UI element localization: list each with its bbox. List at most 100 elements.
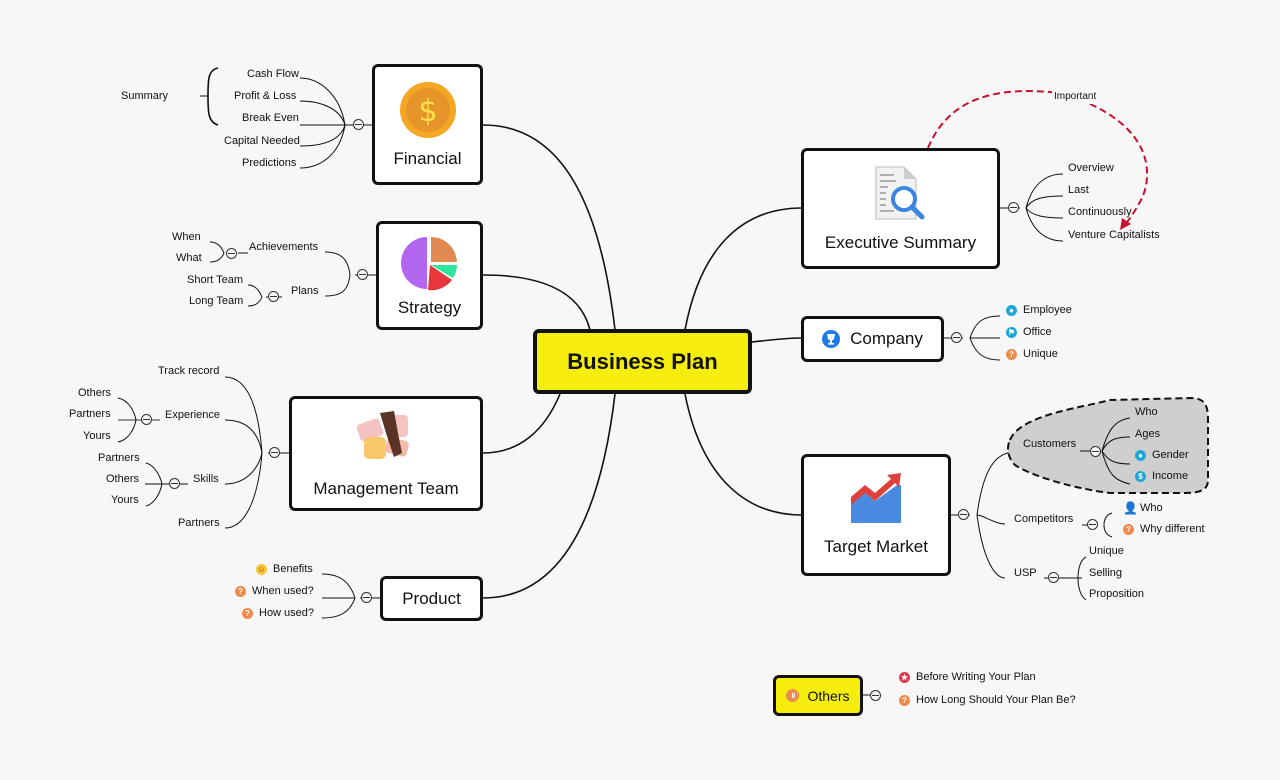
product-child[interactable]: ? How used? [242, 606, 314, 620]
product-child[interactable]: ? When used? [235, 584, 314, 598]
question-icon: ? [1123, 523, 1134, 535]
customers-child[interactable]: Ages [1135, 427, 1160, 441]
skills-child[interactable]: Partners [98, 451, 140, 465]
topic-management-team[interactable]: Management Team [289, 396, 483, 511]
collapse-experience[interactable] [141, 414, 152, 425]
topic-strategy-label: Strategy [397, 297, 462, 317]
flag-icon: ⚑ [1006, 326, 1017, 338]
person-icon: ● [1006, 304, 1017, 316]
topic-product[interactable]: Product [380, 576, 483, 621]
connector-strategy [482, 274, 591, 331]
customers-child[interactable]: $ Income [1135, 469, 1188, 483]
experience-child[interactable]: Others [78, 386, 111, 400]
collapse-product[interactable] [361, 592, 372, 603]
target-child[interactable]: USP [1014, 566, 1037, 580]
central-topic-label: Business Plan [567, 348, 718, 374]
collapse-usp[interactable] [1048, 572, 1059, 583]
competitors-child[interactable]: 👤 Who [1123, 501, 1163, 515]
collapse-others[interactable] [870, 690, 881, 701]
skills-child[interactable]: Yours [111, 493, 139, 507]
financial-child[interactable]: Capital Needed [224, 134, 300, 148]
management-child[interactable]: Skills [193, 472, 219, 486]
trophy-icon [822, 330, 841, 348]
management-child[interactable]: Track record [158, 364, 219, 378]
star-icon: ★ [899, 671, 910, 683]
competitors-child[interactable]: ? Why different [1123, 522, 1205, 536]
financial-child[interactable]: Break Even [242, 111, 299, 125]
topic-target-market[interactable]: Target Market [801, 454, 951, 576]
management-child[interactable]: Experience [165, 408, 220, 422]
usp-child[interactable]: Proposition [1089, 587, 1144, 601]
executive-child[interactable]: Continuously [1068, 205, 1132, 219]
company-child[interactable]: ● Employee [1006, 303, 1072, 317]
financial-child[interactable]: Predictions [242, 156, 296, 170]
strategy-child[interactable]: Plans [291, 284, 319, 298]
customers-child[interactable]: Who [1135, 405, 1158, 419]
dollar-coin-icon: $ [399, 81, 456, 138]
topic-company[interactable]: Company [801, 316, 944, 362]
floating-topic-others[interactable]: ॥ Others [773, 675, 863, 716]
svg-text:$: $ [418, 94, 437, 129]
summary-label[interactable]: Summary [121, 89, 168, 103]
collapse-management[interactable] [269, 447, 280, 458]
collapse-achievements[interactable] [226, 248, 237, 259]
company-child[interactable]: ⚑ Office [1006, 325, 1052, 339]
question-icon: ? [235, 585, 246, 597]
collapse-company[interactable] [951, 332, 962, 343]
dollar-icon: $ [1135, 470, 1146, 482]
connector-executive [684, 207, 803, 331]
experience-child[interactable]: Partners [69, 407, 111, 421]
team-hands-icon [356, 410, 409, 459]
connector-product [482, 393, 616, 599]
collapse-competitors[interactable] [1087, 519, 1098, 530]
strategy-subchild[interactable]: What [176, 251, 202, 265]
question-icon: ? [1006, 348, 1017, 360]
topic-strategy[interactable]: Strategy [376, 221, 483, 330]
collapse-target[interactable] [958, 509, 969, 520]
smiley-icon: ☺ [256, 563, 267, 575]
collapse-strategy[interactable] [357, 269, 368, 280]
usp-child[interactable]: Selling [1089, 566, 1122, 580]
usp-child[interactable]: Unique [1089, 544, 1124, 558]
topic-financial-label: Financial [393, 148, 462, 168]
others-child[interactable]: ? How Long Should Your Plan Be? [899, 693, 1076, 707]
financial-child[interactable]: Cash Flow [247, 67, 299, 81]
skills-child[interactable]: Others [106, 472, 139, 486]
connector-target [684, 393, 803, 516]
person-icon: ● [1135, 449, 1146, 461]
executive-child[interactable]: Overview [1068, 161, 1114, 175]
document-search-icon [875, 166, 924, 219]
collapse-skills[interactable] [169, 478, 180, 489]
executive-child[interactable]: Venture Capitalists [1068, 228, 1160, 242]
company-child[interactable]: ? Unique [1006, 347, 1058, 361]
target-child[interactable]: Competitors [1014, 512, 1073, 526]
management-child[interactable]: Partners [178, 516, 220, 530]
product-child[interactable]: ☺ Benefits [256, 562, 313, 576]
others-child[interactable]: ★ Before Writing Your Plan [899, 670, 1036, 684]
floating-topic-label: Others [807, 687, 850, 704]
topic-financial[interactable]: $ Financial [372, 64, 483, 185]
financial-child[interactable]: Profit & Loss [234, 89, 296, 103]
topic-executive-label: Executive Summary [824, 232, 977, 252]
strategy-child[interactable]: Achievements [249, 240, 318, 254]
executive-child[interactable]: Last [1068, 183, 1089, 197]
connector-management [482, 393, 561, 454]
collapse-executive[interactable] [1008, 202, 1019, 213]
pause-icon: ॥ [786, 689, 800, 702]
strategy-subchild[interactable]: Long Team [189, 294, 243, 308]
central-topic[interactable]: Business Plan [533, 329, 752, 394]
collapse-financial[interactable] [353, 119, 364, 130]
question-icon: ? [242, 607, 253, 619]
topic-executive-summary[interactable]: Executive Summary [801, 148, 1000, 269]
collapse-customers[interactable] [1090, 446, 1101, 457]
strategy-subchild[interactable]: When [172, 230, 201, 244]
strategy-subchild[interactable]: Short Team [187, 273, 243, 287]
topic-product-label: Product [402, 588, 461, 608]
relationship-label[interactable]: Important [1052, 90, 1099, 104]
target-child[interactable]: Customers [1023, 437, 1076, 451]
collapse-plans[interactable] [268, 291, 279, 302]
user-silhouette-icon: 👤 [1123, 500, 1138, 515]
trend-chart-icon [851, 473, 901, 523]
experience-child[interactable]: Yours [83, 429, 111, 443]
customers-child[interactable]: ● Gender [1135, 448, 1189, 462]
